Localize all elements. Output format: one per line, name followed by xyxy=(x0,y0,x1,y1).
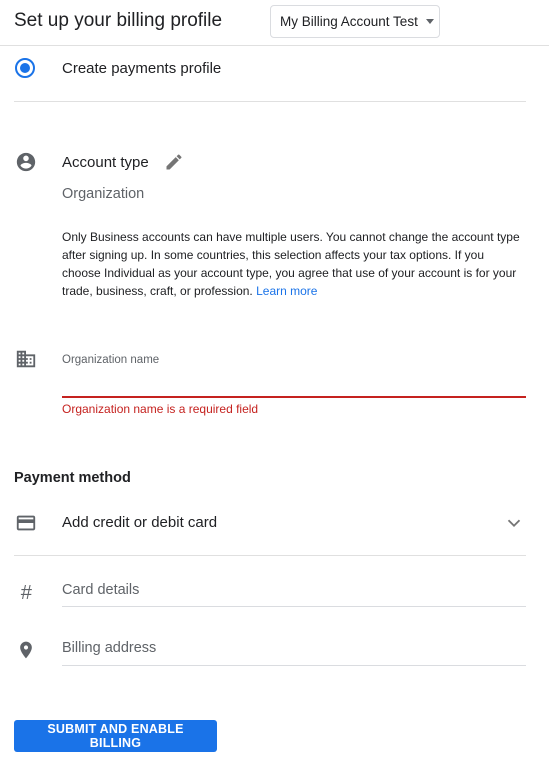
account-type-description: Only Business accounts can have multiple… xyxy=(62,228,526,300)
chevron-down-icon[interactable] xyxy=(503,512,525,534)
organization-name-error: Organization name is a required field xyxy=(62,402,259,416)
location-pin-icon xyxy=(15,639,37,661)
hash-icon: # xyxy=(20,581,32,604)
add-card-option[interactable]: Add credit or debit card xyxy=(62,514,217,531)
account-type-label: Account type xyxy=(62,154,149,171)
radio-selected-dot xyxy=(20,63,30,73)
billing-address-underline xyxy=(62,665,526,666)
learn-more-link[interactable]: Learn more xyxy=(256,284,317,298)
profile-divider xyxy=(14,101,526,102)
account-type-value: Organization xyxy=(62,186,145,202)
billing-account-selector-label: My Billing Account Test xyxy=(280,14,418,29)
organization-name-input[interactable] xyxy=(62,370,526,396)
billing-address-input[interactable] xyxy=(62,636,526,664)
organization-name-label: Organization name xyxy=(62,354,160,366)
person-circle-icon xyxy=(15,151,37,173)
pencil-icon[interactable] xyxy=(163,151,185,173)
header-divider xyxy=(0,45,549,46)
payment-method-divider xyxy=(14,555,526,556)
building-icon xyxy=(15,348,37,370)
submit-and-enable-billing-button[interactable]: SUBMIT AND ENABLE BILLING xyxy=(14,720,217,752)
organization-name-underline xyxy=(62,396,526,398)
page-title: Set up your billing profile xyxy=(14,10,223,31)
credit-card-icon xyxy=(15,512,37,534)
create-payments-profile-radio[interactable] xyxy=(15,58,35,78)
card-details-underline xyxy=(62,606,526,607)
create-payments-profile-label: Create payments profile xyxy=(62,60,222,77)
card-details-input[interactable] xyxy=(62,578,526,606)
billing-account-selector[interactable]: My Billing Account Test xyxy=(270,5,440,38)
payment-method-heading: Payment method xyxy=(14,470,131,486)
caret-down-icon xyxy=(425,19,434,24)
